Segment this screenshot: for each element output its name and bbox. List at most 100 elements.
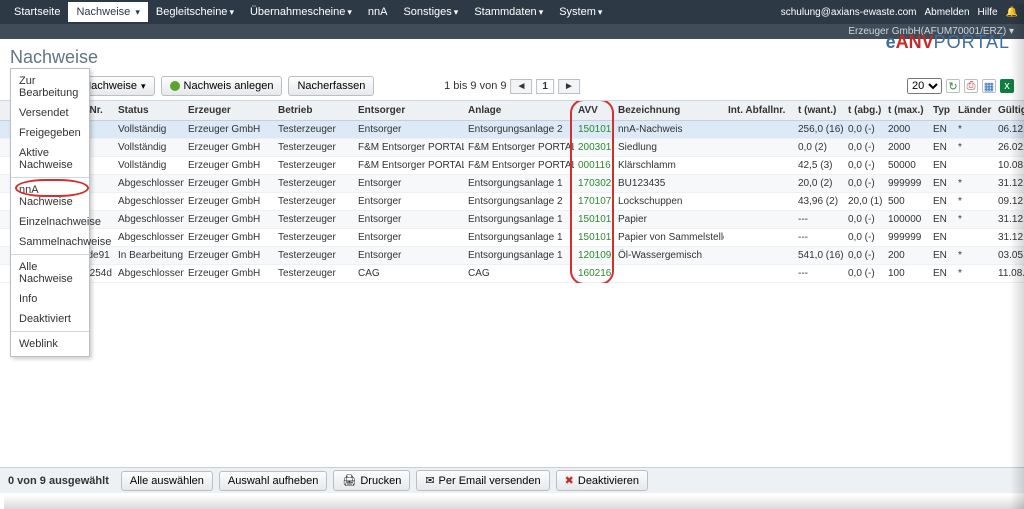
col-anlage[interactable]: Anlage [464, 101, 574, 121]
cell-avv: 000116 [574, 157, 614, 175]
col-erzeuger[interactable]: Erzeuger [184, 101, 274, 121]
col-twant[interactable]: t (want.) [794, 101, 844, 121]
brand-e: e [886, 32, 896, 52]
table-row[interactable]: K001AbgeschlossenErzeuger GmbHTesterzeug… [0, 229, 1024, 247]
dropdown-item[interactable]: Zur Bearbeitung [11, 71, 89, 103]
columns-icon[interactable]: ▦ [982, 79, 996, 93]
data-table: s Nr. Vorl Nr. Status Erzeuger Betrieb E… [0, 101, 1024, 283]
pdf-export-icon[interactable]: ⎙ [964, 79, 978, 93]
dropdown-item[interactable]: Aktive Nachweise [11, 143, 89, 175]
cell-avv: 150101 [574, 229, 614, 247]
col-typ[interactable]: Typ [929, 101, 954, 121]
dropdown-item[interactable]: Deaktiviert [11, 309, 89, 329]
cell-abf [724, 193, 794, 211]
nav-sonstiges[interactable]: Sonstiges▾ [395, 2, 466, 22]
dropdown-item[interactable]: Einzelnachweise [11, 212, 89, 232]
create-button[interactable]: Nachweis anlegen [161, 76, 283, 96]
table-row[interactable]: 99999df6ade91In BearbeitungErzeuger GmbH… [0, 247, 1024, 265]
cell-tm: 2000 [884, 121, 929, 139]
email-button[interactable]: ✉ Per Email versenden [416, 470, 549, 491]
table-row[interactable]: 1014032c254dAbgeschlossenErzeuger GmbHTe… [0, 265, 1024, 283]
cell-avv: 170302 [574, 175, 614, 193]
cell-avv: 200301 [574, 139, 614, 157]
cell-avv: 120109 [574, 247, 614, 265]
col-avv[interactable]: AVV [574, 101, 614, 121]
table-row[interactable]: 0003AbgeschlossenErzeuger GmbHTesterzeug… [0, 211, 1024, 229]
cell-land: * [954, 265, 994, 283]
col-tmax[interactable]: t (max.) [884, 101, 929, 121]
col-tabg[interactable]: t (abg.) [844, 101, 884, 121]
dropdown-item[interactable]: Info [11, 289, 89, 309]
context-subline[interactable]: Erzeuger GmbH(AFUM70001/ERZ) ▾ [0, 24, 1024, 39]
nav-nachweise[interactable]: Nachweise ▾ [68, 2, 147, 22]
dropdown-item[interactable]: Versendet [11, 103, 89, 123]
pager-next[interactable]: ► [558, 79, 580, 94]
dropdown-item[interactable]: Weblink [11, 334, 89, 354]
page-size-select[interactable]: 20 [907, 78, 942, 94]
cell-anl: Entsorgungsanlage 1 [464, 211, 574, 229]
select-all-button[interactable]: Alle auswählen [121, 471, 213, 491]
dropdown-item[interactable]: Alle Nachweise [11, 257, 89, 289]
shadow-decoration [4, 495, 1024, 509]
col-gueltig[interactable]: Gültig bis [994, 101, 1024, 121]
cell-betr: Testerzeuger [274, 139, 354, 157]
nav-system[interactable]: System▾ [551, 2, 610, 22]
logout-link[interactable]: Abmelden [925, 7, 970, 18]
help-link[interactable]: Hilfe [978, 7, 998, 18]
table-row[interactable]: 2365VollständigErzeuger GmbHTesterzeuger… [0, 157, 1024, 175]
dropdown-item[interactable]: Freigegeben [11, 123, 89, 143]
table-header-row: s Nr. Vorl Nr. Status Erzeuger Betrieb E… [0, 101, 1024, 121]
caret-icon: ▾ [135, 7, 140, 17]
cell-typ: EN [929, 229, 954, 247]
print-button[interactable]: 🖨 Drucken [333, 470, 410, 491]
pager-prev[interactable]: ◄ [511, 79, 533, 94]
cell-erz: Erzeuger GmbH [184, 247, 274, 265]
nav-startseite[interactable]: Startseite [6, 2, 68, 22]
col-status[interactable]: Status [114, 101, 184, 121]
separator [11, 177, 89, 178]
col-abfallnr[interactable]: Int. Abfallnr. [724, 101, 794, 121]
nacherfassen-button[interactable]: Nacherfassen [288, 76, 374, 96]
nav-nna[interactable]: nnA [360, 2, 396, 22]
col-bezeichnung[interactable]: Bezeichnung [614, 101, 724, 121]
table-row[interactable]: 0001AbgeschlossenErzeuger GmbHTesterzeug… [0, 175, 1024, 193]
cell-ta: 0,0 (-) [844, 175, 884, 193]
nav-begleitscheine[interactable]: Begleitscheine▾ [148, 2, 242, 22]
nav-stammdaten[interactable]: Stammdaten▾ [466, 2, 551, 22]
cell-gult: 06.12.2019 [994, 121, 1024, 139]
deactivate-button[interactable]: ✖ Deaktivieren [556, 470, 648, 491]
cell-status: Abgeschlossen [114, 211, 184, 229]
refresh-icon[interactable]: ↻ [946, 79, 960, 93]
table-row[interactable]: K0001AbgeschlossenErzeuger GmbHTesterzeu… [0, 193, 1024, 211]
cell-status: Abgeschlossen [114, 193, 184, 211]
cell-erz: Erzeuger GmbH [184, 175, 274, 193]
separator [11, 254, 89, 255]
brand-logo: eANVPORTAL [886, 32, 1010, 53]
col-betrieb[interactable]: Betrieb [274, 101, 354, 121]
dropdown-item[interactable]: Sammelnachweise [11, 232, 89, 252]
cell-ents: Entsorger [354, 247, 464, 265]
cell-gult: 31.12.2020 [994, 211, 1024, 229]
pager-page-1[interactable]: 1 [536, 79, 554, 94]
cell-ta: 20,0 (1) [844, 193, 884, 211]
col-laender[interactable]: Länder [954, 101, 994, 121]
cell-bez: BU123435 [614, 175, 724, 193]
excel-export-icon[interactable]: x [1000, 79, 1014, 93]
nav-uebernahmescheine[interactable]: Übernahmescheine▾ [242, 2, 360, 22]
table-row[interactable]: 3147VollständigErzeuger GmbHTesterzeuger… [0, 139, 1024, 157]
cell-anl: Entsorgungsanlage 2 [464, 121, 574, 139]
cell-land: * [954, 211, 994, 229]
cell-gult: 10.08.2021 [994, 157, 1024, 175]
brand-anv: ANV [896, 32, 934, 52]
dropdown-item-nna[interactable]: nnA Nachweise [11, 180, 89, 212]
col-entsorger[interactable]: Entsorger [354, 101, 464, 121]
cell-tm: 50000 [884, 157, 929, 175]
cell-gult: 26.02.2017 [994, 139, 1024, 157]
deselect-button[interactable]: Auswahl aufheben [219, 471, 328, 491]
bell-icon[interactable]: 🔔 [1006, 7, 1018, 18]
cell-tw: 42,5 (3) [794, 157, 844, 175]
email-label: Per Email versenden [439, 475, 541, 487]
cell-abf [724, 157, 794, 175]
table-row[interactable]: 2223VollständigErzeuger GmbHTesterzeuger… [0, 121, 1024, 139]
cell-status: Abgeschlossen [114, 175, 184, 193]
